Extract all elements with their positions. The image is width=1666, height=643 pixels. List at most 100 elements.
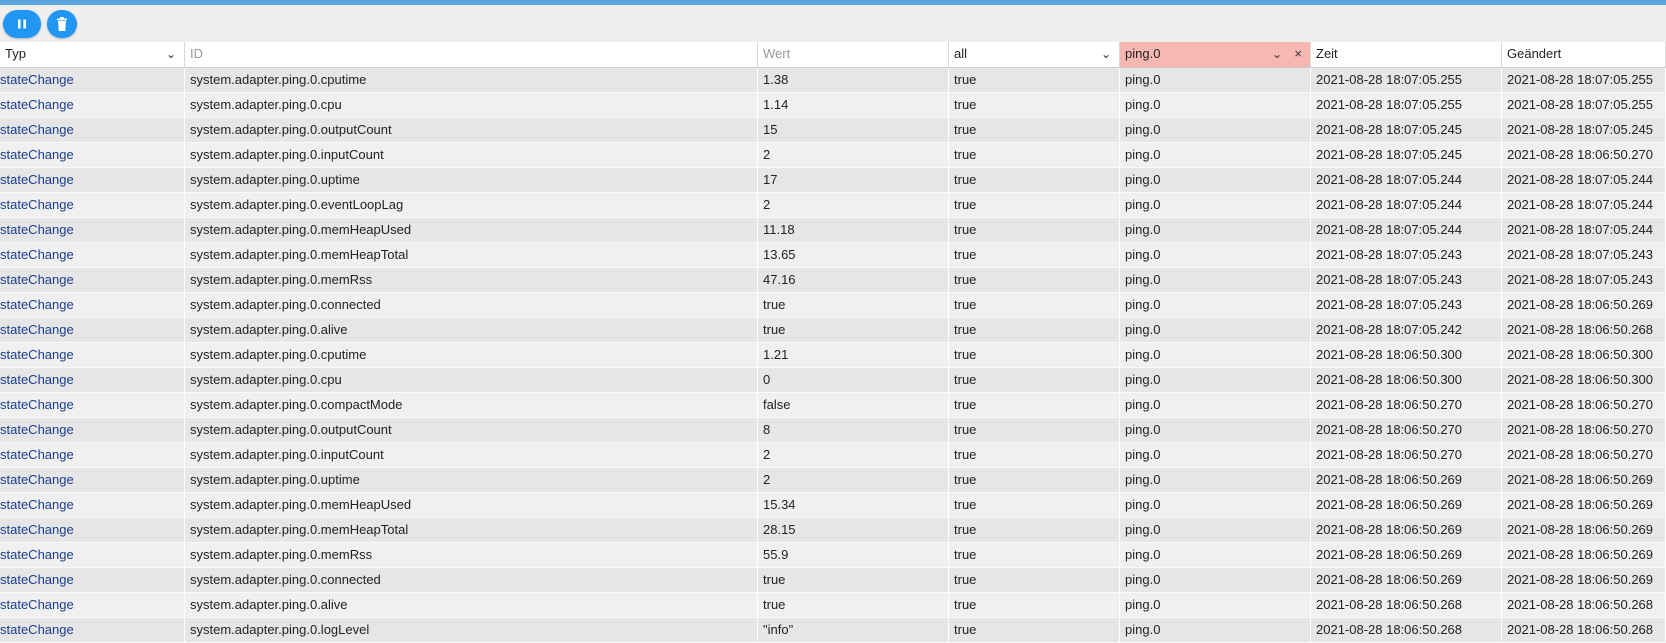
table-row[interactable]: stateChange system.adapter.ping.0.memRss 4…: [0, 268, 1666, 293]
changed-cell: 2021-08-28 18:07:05.244: [1502, 193, 1666, 217]
id-cell: system.adapter.ping.0.uptime: [185, 468, 758, 492]
from-cell: ping.0: [1120, 493, 1311, 517]
value-cell: true: [758, 568, 949, 592]
time-cell: 2021-08-28 18:07:05.243: [1311, 293, 1502, 317]
time-cell: 2021-08-28 18:07:05.244: [1311, 193, 1502, 217]
id-cell: system.adapter.ping.0.memRss: [185, 268, 758, 292]
from-cell: ping.0: [1120, 318, 1311, 342]
id-cell: system.adapter.ping.0.connected: [185, 293, 758, 317]
table-row[interactable]: stateChange system.adapter.ping.0.outputC…: [0, 418, 1666, 443]
delete-log-button[interactable]: [47, 9, 77, 38]
from-cell: ping.0: [1120, 593, 1311, 617]
table-row[interactable]: stateChange system.adapter.ping.0.connect…: [0, 293, 1666, 318]
ack-cell: true: [949, 318, 1120, 342]
changed-cell: 2021-08-28 18:06:50.268: [1502, 593, 1666, 617]
from-cell: ping.0: [1120, 568, 1311, 592]
id-cell: system.adapter.ping.0.alive: [185, 318, 758, 342]
value-filter-input[interactable]: Wert: [758, 42, 949, 67]
type-cell: stateChange: [0, 193, 185, 217]
ack-filter-value: all: [954, 46, 968, 61]
table-row[interactable]: stateChange system.adapter.ping.0.cputime…: [0, 68, 1666, 93]
chevron-down-icon: ⌄: [165, 47, 176, 61]
from-cell: ping.0: [1120, 518, 1311, 542]
type-cell: stateChange: [0, 443, 185, 467]
from-cell: ping.0: [1120, 343, 1311, 367]
id-cell: system.adapter.ping.0.logLevel: [185, 618, 758, 642]
id-cell: system.adapter.ping.0.memHeapUsed: [185, 493, 758, 517]
table-row[interactable]: stateChange system.adapter.ping.0.connect…: [0, 568, 1666, 593]
ack-cell: true: [949, 218, 1120, 242]
from-cell: ping.0: [1120, 93, 1311, 117]
changed-column-header: Geändert: [1502, 42, 1666, 67]
clear-filter-icon[interactable]: ×: [1294, 42, 1302, 66]
ack-cell: true: [949, 518, 1120, 542]
from-cell: ping.0: [1120, 618, 1311, 642]
trash-icon: [57, 16, 67, 31]
type-cell: stateChange: [0, 218, 185, 242]
changed-cell: 2021-08-28 18:07:05.244: [1502, 168, 1666, 192]
type-cell: stateChange: [0, 293, 185, 317]
type-cell: stateChange: [0, 468, 185, 492]
table-row[interactable]: stateChange system.adapter.ping.0.cpu 0 tru…: [0, 368, 1666, 393]
value-cell: 1.38: [758, 68, 949, 92]
table-row[interactable]: stateChange system.adapter.ping.0.uptime 2…: [0, 468, 1666, 493]
ack-filter-select[interactable]: all ⌄: [949, 42, 1120, 67]
from-filter-select[interactable]: ping.0 ⌄ ×: [1120, 42, 1311, 67]
ack-cell: true: [949, 268, 1120, 292]
id-cell: system.adapter.ping.0.memHeapTotal: [185, 243, 758, 267]
time-cell: 2021-08-28 18:07:05.244: [1311, 218, 1502, 242]
changed-cell: 2021-08-28 18:06:50.269: [1502, 543, 1666, 567]
table-row[interactable]: stateChange system.adapter.ping.0.alive tr…: [0, 318, 1666, 343]
ack-cell: true: [949, 593, 1120, 617]
table-row[interactable]: stateChange system.adapter.ping.0.outputC…: [0, 118, 1666, 143]
table-row[interactable]: stateChange system.adapter.ping.0.eventLo…: [0, 193, 1666, 218]
value-cell: 17: [758, 168, 949, 192]
ack-cell: true: [949, 193, 1120, 217]
table-row[interactable]: stateChange system.adapter.ping.0.logLeve…: [0, 618, 1666, 643]
value-cell: 15: [758, 118, 949, 142]
table-row[interactable]: stateChange system.adapter.ping.0.memHeap…: [0, 218, 1666, 243]
ack-cell: true: [949, 93, 1120, 117]
from-cell: ping.0: [1120, 193, 1311, 217]
ack-cell: true: [949, 168, 1120, 192]
id-cell: system.adapter.ping.0.inputCount: [185, 443, 758, 467]
type-cell: stateChange: [0, 568, 185, 592]
time-cell: 2021-08-28 18:06:50.300: [1311, 343, 1502, 367]
type-cell: stateChange: [0, 543, 185, 567]
table-row[interactable]: stateChange system.adapter.ping.0.cputime…: [0, 343, 1666, 368]
type-cell: stateChange: [0, 393, 185, 417]
table-row[interactable]: stateChange system.adapter.ping.0.memHeap…: [0, 518, 1666, 543]
id-filter-input[interactable]: ID: [185, 42, 758, 67]
id-cell: system.adapter.ping.0.eventLoopLag: [185, 193, 758, 217]
value-cell: 11.18: [758, 218, 949, 242]
type-cell: stateChange: [0, 518, 185, 542]
ack-cell: true: [949, 468, 1120, 492]
value-cell: 28.15: [758, 518, 949, 542]
time-cell: 2021-08-28 18:06:50.269: [1311, 568, 1502, 592]
table-row[interactable]: stateChange system.adapter.ping.0.inputCo…: [0, 143, 1666, 168]
from-cell: ping.0: [1120, 443, 1311, 467]
table-row[interactable]: stateChange system.adapter.ping.0.memHeap…: [0, 243, 1666, 268]
type-cell: stateChange: [0, 618, 185, 642]
table-row[interactable]: stateChange system.adapter.ping.0.memRss 5…: [0, 543, 1666, 568]
pause-button[interactable]: [3, 9, 41, 38]
type-cell: stateChange: [0, 243, 185, 267]
changed-cell: 2021-08-28 18:06:50.268: [1502, 618, 1666, 642]
time-cell: 2021-08-28 18:06:50.300: [1311, 368, 1502, 392]
type-cell: stateChange: [0, 168, 185, 192]
table-body: stateChange system.adapter.ping.0.cputime…: [0, 68, 1666, 643]
changed-cell: 2021-08-28 18:06:50.269: [1502, 468, 1666, 492]
from-cell: ping.0: [1120, 543, 1311, 567]
type-filter-select[interactable]: Typ ⌄: [0, 42, 185, 67]
table-row[interactable]: stateChange system.adapter.ping.0.memHeap…: [0, 493, 1666, 518]
table-row[interactable]: stateChange system.adapter.ping.0.uptime 1…: [0, 168, 1666, 193]
table-row[interactable]: stateChange system.adapter.ping.0.inputCo…: [0, 443, 1666, 468]
value-cell: "info": [758, 618, 949, 642]
table-row[interactable]: stateChange system.adapter.ping.0.compact…: [0, 393, 1666, 418]
time-cell: 2021-08-28 18:07:05.242: [1311, 318, 1502, 342]
from-cell: ping.0: [1120, 368, 1311, 392]
changed-cell: 2021-08-28 18:06:50.270: [1502, 443, 1666, 467]
table-row[interactable]: stateChange system.adapter.ping.0.alive tr…: [0, 593, 1666, 618]
table-row[interactable]: stateChange system.adapter.ping.0.cpu 1.14…: [0, 93, 1666, 118]
time-cell: 2021-08-28 18:07:05.243: [1311, 268, 1502, 292]
